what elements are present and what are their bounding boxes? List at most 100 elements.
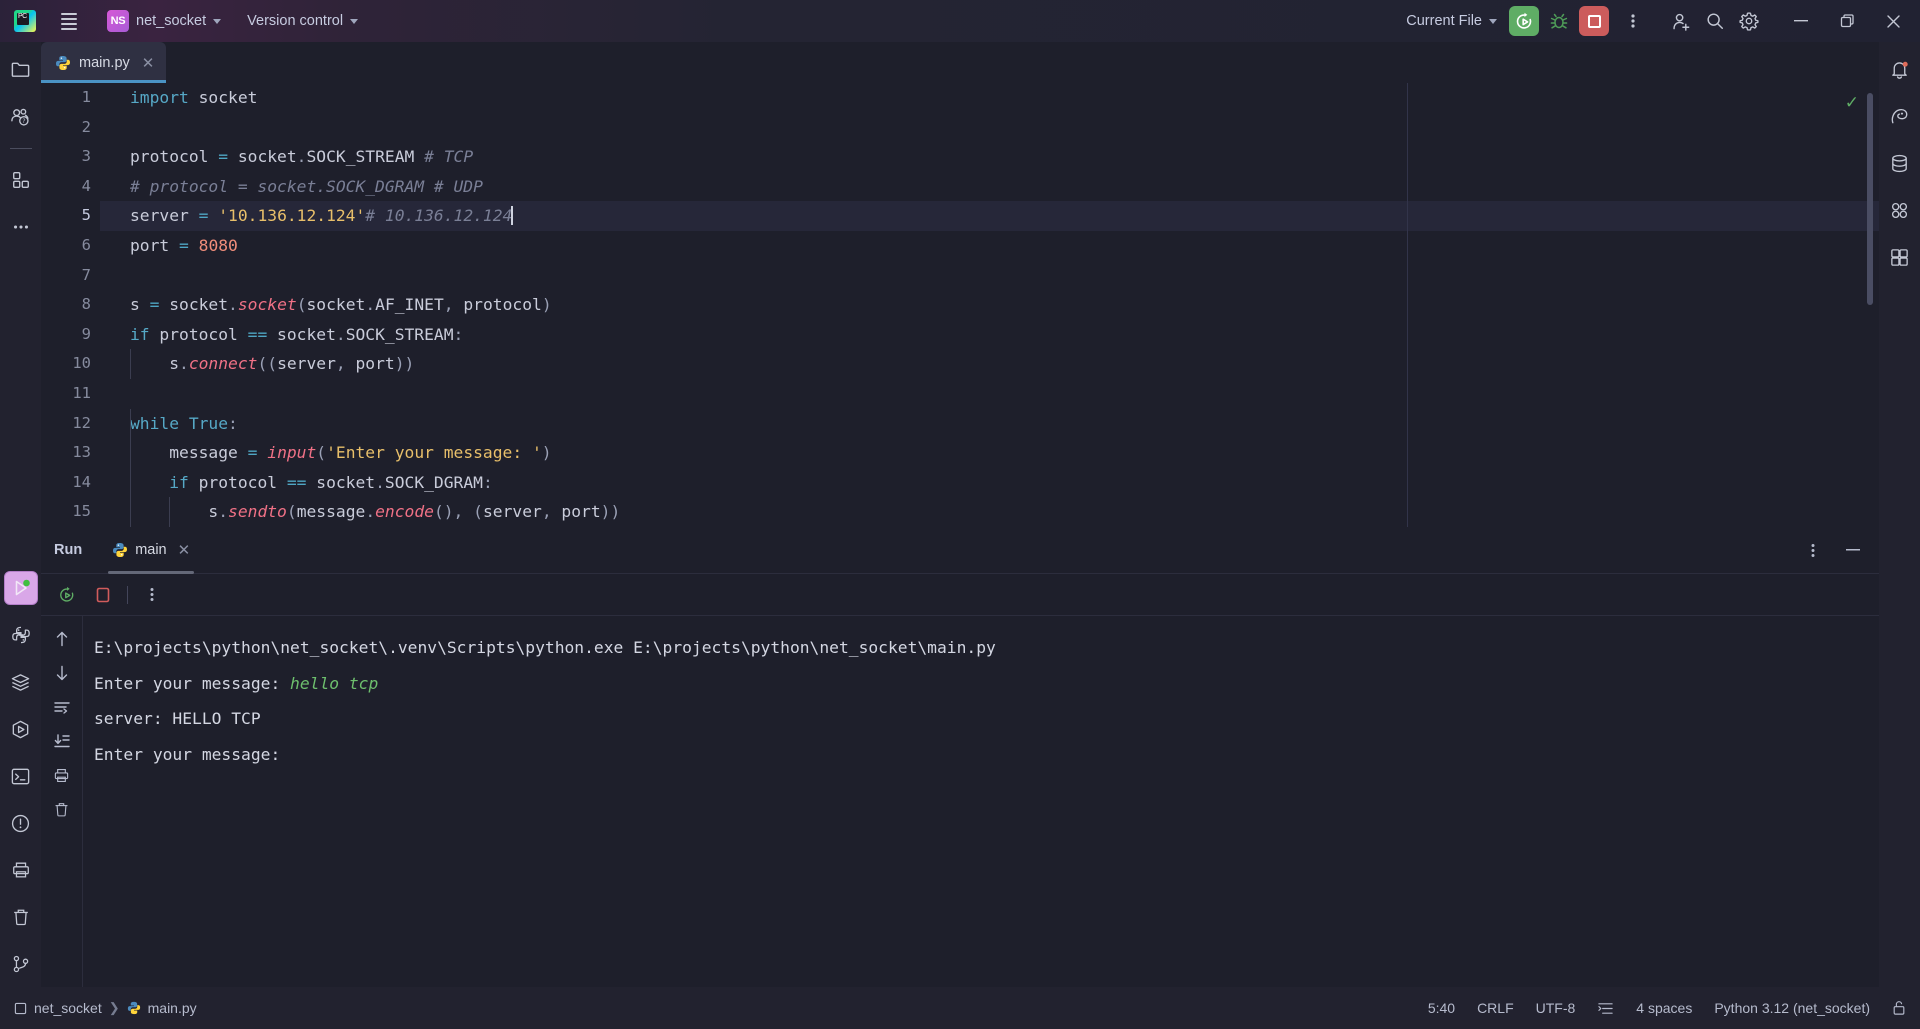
sidebar-item-version-control-branch[interactable] bbox=[4, 947, 38, 981]
code-line[interactable]: port = 8080 bbox=[100, 231, 1879, 261]
minimize-panel-icon[interactable] bbox=[1841, 538, 1865, 562]
unlocked-icon[interactable] bbox=[1892, 1000, 1906, 1016]
code-token: : bbox=[453, 324, 464, 344]
print-icon[interactable] bbox=[51, 764, 73, 786]
console-user-input: hello tcp bbox=[290, 673, 379, 693]
breadcrumb-project: net_socket bbox=[34, 1000, 102, 1016]
code-editor[interactable]: 1 2 3 4 5 6 7 8 9 10 11 12 13 14 15 import socket proto… bbox=[41, 83, 1879, 527]
console-line: E:\projects\python\net_socket\.venv\Scri… bbox=[94, 630, 1879, 666]
more-vertical-icon[interactable] bbox=[140, 583, 164, 607]
code-token: encode bbox=[375, 502, 434, 522]
code-token: = bbox=[247, 443, 258, 463]
code-token: ( bbox=[286, 502, 297, 522]
sidebar-item-plugins[interactable] bbox=[1883, 193, 1917, 227]
code-line[interactable]: message = input('Enter your message: ') bbox=[100, 438, 1879, 468]
line-number: 5 bbox=[81, 206, 91, 225]
close-icon[interactable] bbox=[1870, 0, 1916, 42]
run-console-output[interactable]: E:\projects\python\net_socket\.venv\Scri… bbox=[82, 616, 1879, 987]
code-line[interactable]: server = '10.136.12.124'# 10.136.12.124 bbox=[100, 201, 1879, 231]
sidebar-item-delete[interactable] bbox=[4, 900, 38, 934]
code-area[interactable]: import socket protocol = socket.SOCK_STRE… bbox=[100, 83, 1879, 527]
stop-icon[interactable] bbox=[91, 583, 115, 607]
sidebar-item-run[interactable] bbox=[3, 571, 38, 605]
code-token: import bbox=[130, 88, 189, 107]
sidebar-item-problems[interactable] bbox=[4, 806, 38, 840]
indent-setting[interactable]: 4 spaces bbox=[1636, 1000, 1692, 1016]
sidebar-item-python-console[interactable] bbox=[4, 618, 38, 652]
settings-gear-icon[interactable] bbox=[1732, 4, 1766, 38]
sidebar-item-commit[interactable]: ? bbox=[4, 99, 38, 133]
breadcrumb[interactable]: net_socket ❯ main.py bbox=[14, 1000, 197, 1016]
python-file-icon bbox=[55, 55, 71, 71]
sidebar-item-python-packages[interactable] bbox=[4, 665, 38, 699]
sidebar-item-print[interactable] bbox=[4, 853, 38, 887]
code-line[interactable] bbox=[100, 113, 1879, 143]
code-line[interactable]: if protocol == socket.SOCK_STREAM: bbox=[100, 320, 1879, 350]
editor-tab-main-py[interactable]: main.py ✕ bbox=[41, 42, 167, 83]
line-separator[interactable]: CRLF bbox=[1477, 1000, 1514, 1016]
trash-icon[interactable] bbox=[51, 798, 73, 820]
code-line[interactable]: s = socket.socket(socket.AF_INET, protoc… bbox=[100, 290, 1879, 320]
debug-bug-icon[interactable] bbox=[1542, 4, 1576, 38]
rerun-icon[interactable] bbox=[1509, 6, 1539, 36]
sidebar-item-more-tool-windows[interactable] bbox=[4, 210, 38, 244]
add-account-icon[interactable] bbox=[1664, 4, 1698, 38]
close-tab-icon[interactable]: ✕ bbox=[142, 54, 155, 72]
caret-position[interactable]: 5:40 bbox=[1428, 1000, 1455, 1016]
sidebar-item-terminal[interactable] bbox=[4, 759, 38, 793]
sidebar-item-project[interactable] bbox=[4, 52, 38, 86]
code-token: = bbox=[198, 206, 209, 226]
code-line[interactable] bbox=[100, 379, 1879, 409]
inspection-status-icon[interactable]: ✓ bbox=[1845, 93, 1859, 113]
sidebar-item-database[interactable] bbox=[1883, 146, 1917, 180]
rerun-icon[interactable] bbox=[55, 583, 79, 607]
arrow-down-icon[interactable] bbox=[51, 662, 73, 684]
editor-scrollbar[interactable] bbox=[1867, 93, 1873, 305]
scroll-to-end-icon[interactable] bbox=[51, 730, 73, 752]
hamburger-menu-icon[interactable] bbox=[52, 4, 86, 38]
run-tab-main[interactable]: main ✕ bbox=[102, 527, 200, 574]
close-tab-icon[interactable]: ✕ bbox=[178, 541, 191, 559]
code-line[interactable]: import socket bbox=[100, 83, 1879, 113]
code-token: . bbox=[218, 502, 229, 522]
title-bar: PC NS net_socket Version control Current… bbox=[0, 0, 1920, 42]
indent-icon[interactable] bbox=[1597, 1001, 1614, 1016]
soft-wrap-icon[interactable] bbox=[51, 696, 73, 718]
console-line: Enter your message: bbox=[94, 737, 1879, 773]
code-line[interactable]: s.connect((server, port)) bbox=[100, 349, 1879, 379]
version-control-chip[interactable]: Version control bbox=[238, 6, 367, 36]
sidebar-item-notifications[interactable] bbox=[1883, 52, 1917, 86]
code-token: SOCK_STREAM bbox=[345, 324, 454, 344]
breadcrumb-file: main.py bbox=[147, 1000, 197, 1016]
code-line[interactable]: if protocol == socket.SOCK_DGRAM: bbox=[100, 467, 1879, 498]
sidebar-item-structure[interactable] bbox=[4, 163, 38, 197]
code-line[interactable]: protocol = socket.SOCK_STREAM # TCP bbox=[100, 142, 1879, 172]
sidebar-item-services[interactable] bbox=[4, 712, 38, 746]
sidebar-item-ai-assistant[interactable] bbox=[1883, 99, 1917, 133]
file-encoding[interactable]: UTF-8 bbox=[1536, 1000, 1576, 1016]
console-output-text: Enter your message: bbox=[94, 673, 291, 693]
code-line[interactable]: while True: bbox=[100, 408, 1879, 439]
sidebar-item-learn[interactable] bbox=[1883, 240, 1917, 274]
code-line[interactable]: # protocol = socket.SOCK_DGRAM # UDP bbox=[100, 172, 1879, 202]
code-line[interactable] bbox=[100, 261, 1879, 291]
project-name: net_socket bbox=[136, 13, 207, 29]
code-token: # protocol = socket.SOCK_DGRAM # UDP bbox=[130, 176, 483, 196]
code-line[interactable]: s.sendto(message.encode(), (server, port… bbox=[100, 497, 1879, 527]
stop-icon[interactable] bbox=[1579, 6, 1609, 36]
run-configuration-chip[interactable]: Current File bbox=[1397, 6, 1506, 36]
code-token: = bbox=[179, 235, 189, 255]
more-vertical-icon[interactable] bbox=[1801, 538, 1825, 562]
minimize-icon[interactable] bbox=[1778, 0, 1824, 42]
search-icon[interactable] bbox=[1698, 4, 1732, 38]
project-chip[interactable]: NS net_socket bbox=[98, 6, 230, 36]
chevron-down-icon bbox=[350, 18, 359, 24]
maximize-icon[interactable] bbox=[1824, 0, 1870, 42]
arrow-up-icon[interactable] bbox=[51, 628, 73, 650]
python-interpreter[interactable]: Python 3.12 (net_socket) bbox=[1714, 1000, 1870, 1016]
code-token: , bbox=[541, 502, 552, 522]
more-vertical-icon[interactable] bbox=[1616, 4, 1650, 38]
line-number: 1 bbox=[81, 88, 91, 106]
